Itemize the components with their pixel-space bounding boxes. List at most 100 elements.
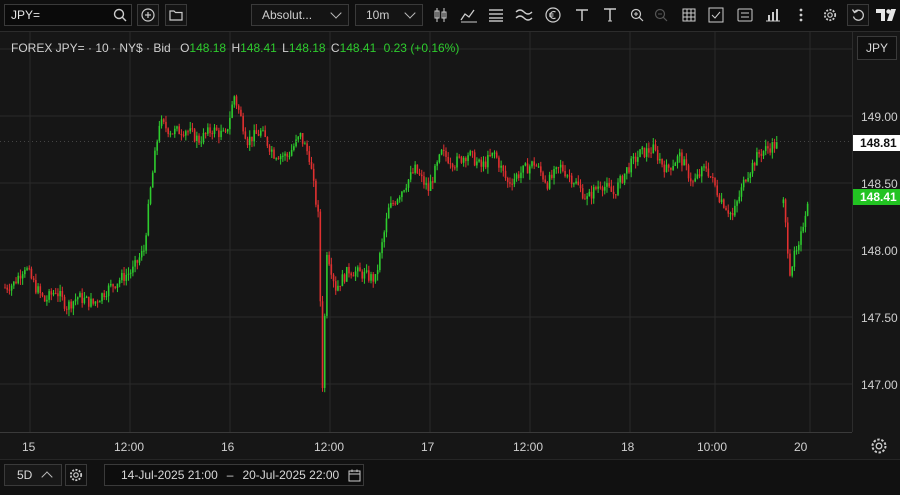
candle <box>434 164 436 183</box>
candle <box>577 175 580 186</box>
open-folder-button[interactable] <box>165 4 187 26</box>
zoom-in-button[interactable] <box>626 4 648 26</box>
time-axis[interactable]: 15 12:00 16 12:00 17 12:00 18 10:00 20 <box>0 432 852 460</box>
candle <box>703 163 705 171</box>
symbol-search-box[interactable] <box>4 4 132 26</box>
waves-button[interactable] <box>513 4 535 26</box>
candle <box>637 150 639 166</box>
currency-button[interactable]: JPY <box>857 36 897 60</box>
candle <box>489 148 491 158</box>
more-vertical-icon <box>799 8 803 22</box>
table-button[interactable] <box>678 4 700 26</box>
candle <box>30 266 33 280</box>
range-settings-button[interactable] <box>65 464 87 486</box>
news-button[interactable] <box>734 4 756 26</box>
chart-legend: FOREX JPY= · 10 · NY$ · Bid O148.18 H148… <box>11 41 459 55</box>
price-chart[interactable] <box>0 32 852 432</box>
bars-style-button[interactable] <box>485 4 507 26</box>
candle <box>330 257 333 279</box>
candle <box>480 156 483 173</box>
undo-icon <box>851 9 864 21</box>
candle <box>476 157 478 169</box>
price-axis[interactable] <box>852 32 900 432</box>
chart-area[interactable] <box>0 32 852 432</box>
candle <box>235 94 238 110</box>
candle <box>427 177 430 196</box>
candle <box>612 185 615 199</box>
candle <box>165 115 167 133</box>
candle <box>319 209 322 307</box>
candle <box>387 203 390 219</box>
text-tool-button[interactable] <box>599 4 621 26</box>
candle <box>323 313 326 393</box>
candle <box>667 163 670 172</box>
candle <box>409 165 412 183</box>
axis-settings-icon[interactable] <box>870 437 888 455</box>
candle <box>15 277 17 285</box>
candles-icon <box>434 8 447 22</box>
candle <box>791 265 793 278</box>
candle <box>87 296 90 311</box>
candle <box>515 172 518 182</box>
candle <box>683 156 685 166</box>
candle <box>442 144 445 157</box>
candle <box>762 150 765 160</box>
candle <box>185 129 187 141</box>
symbol-input[interactable] <box>11 7 107 23</box>
candle <box>478 158 480 163</box>
range-label: 5D <box>17 468 33 482</box>
chart-style-dropdown[interactable]: Absolut... <box>251 4 349 26</box>
euro-circle-icon <box>545 7 561 23</box>
candle <box>484 156 487 170</box>
legend-open-label: O <box>180 41 190 55</box>
candle <box>266 136 269 149</box>
candle <box>162 118 165 125</box>
candle <box>462 156 465 167</box>
chevron-up-icon <box>41 471 53 483</box>
candle <box>134 255 136 273</box>
candle <box>685 153 688 171</box>
candle <box>178 123 180 135</box>
crosshair-box-button[interactable] <box>705 4 727 26</box>
candle <box>4 283 6 289</box>
search-icon[interactable] <box>113 8 127 22</box>
candle <box>140 245 143 261</box>
candle <box>264 125 266 138</box>
zoom-out-button[interactable] <box>650 4 672 26</box>
candle <box>533 157 535 170</box>
time-tick: 12:00 <box>314 440 345 454</box>
undo-button[interactable] <box>847 4 869 26</box>
zoom-in-icon <box>630 8 644 22</box>
candle <box>370 271 372 284</box>
price-tick: 147.00 <box>861 378 898 392</box>
candle <box>127 267 130 281</box>
candle <box>504 165 507 181</box>
calendar-icon[interactable] <box>348 469 361 482</box>
candle <box>423 171 425 189</box>
candle <box>630 156 633 178</box>
candles-button[interactable] <box>430 4 452 26</box>
events-button[interactable] <box>542 4 564 26</box>
candle <box>339 285 341 292</box>
candle <box>13 281 15 289</box>
add-symbol-button[interactable] <box>137 4 159 26</box>
candle <box>506 176 509 188</box>
candle <box>341 269 344 287</box>
date-range-picker[interactable]: 14-Jul-2025 21:00 – 20-Jul-2025 22:00 <box>104 464 364 486</box>
candle <box>465 156 467 168</box>
candle <box>99 300 101 303</box>
range-dropdown[interactable]: 5D <box>4 464 62 486</box>
text-button[interactable] <box>571 4 593 26</box>
interval-dropdown[interactable]: 10m <box>355 4 423 26</box>
candle <box>151 170 154 188</box>
candle <box>392 200 394 207</box>
candle <box>8 283 11 295</box>
chart-bars-button[interactable] <box>762 4 784 26</box>
indicators-button[interactable] <box>458 4 480 26</box>
candle <box>61 286 64 301</box>
candle <box>745 179 747 183</box>
more-options-button[interactable] <box>790 4 812 26</box>
candle <box>592 184 595 204</box>
settings-button[interactable] <box>819 4 841 26</box>
candle <box>751 159 754 177</box>
